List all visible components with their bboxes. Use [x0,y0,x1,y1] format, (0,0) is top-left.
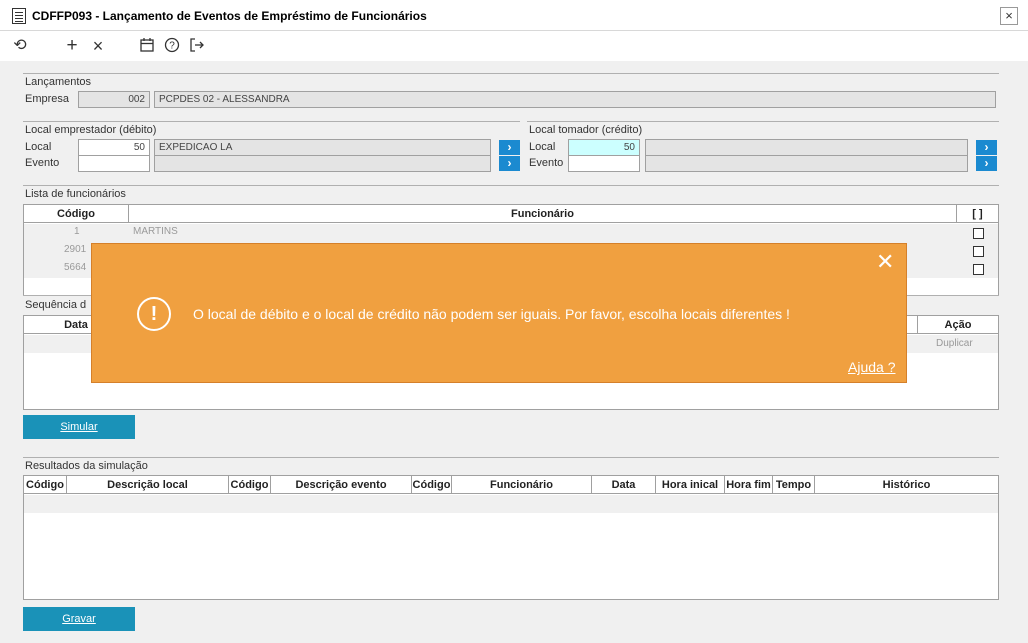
add-icon[interactable]: + [62,36,82,55]
section-divider [23,185,999,186]
debito-local-label: Local [25,141,52,153]
section-title-sequencia: Sequência d [25,299,87,311]
empresa-label: Empresa [25,93,70,105]
debito-evento-name-field [154,155,491,172]
row-codigo: 1 [74,226,80,237]
section-title-debito: Local emprestador (débito) [25,124,157,136]
header-select-all[interactable]: [ ] [957,205,998,223]
duplicar-button[interactable]: Duplicar [936,338,973,349]
row-codigo: 5664 [64,262,87,273]
row-codigo: 2901 [64,244,87,255]
alert-help-link[interactable]: Ajuda ? [848,359,895,375]
header-acao[interactable]: Ação [917,316,998,334]
help-icon[interactable]: ? [162,37,182,55]
delete-icon[interactable]: × [88,37,108,55]
credito-evento-name-field [645,155,968,172]
refresh-icon[interactable]: ⟲ [10,37,30,55]
row-checkbox[interactable] [973,228,984,239]
section-title-funcionarios: Lista de funcionários [25,188,126,200]
debito-local-name-field: EXPEDICAO LA [154,139,491,156]
alert-close-icon[interactable]: ✕ [876,251,894,273]
row-checkbox[interactable] [973,264,984,275]
debito-local-code-field[interactable]: 50 [78,139,150,156]
header-hora-fim[interactable]: Hora fim [725,476,773,494]
calendar-icon[interactable] [137,37,157,55]
gravar-button[interactable]: Gravar [23,607,135,631]
header-codigo[interactable]: Código [24,205,129,223]
debito-evento-label: Evento [25,157,60,169]
credito-local-lookup-button[interactable]: › [976,140,997,155]
row-funcionario: MARTINS [133,226,178,237]
section-divider [23,73,999,74]
header-descricao-evento[interactable]: Descrição evento [271,476,412,494]
debito-evento-lookup-button[interactable]: › [499,156,520,171]
table-row[interactable]: 1 MARTINS [24,224,998,242]
credito-evento-lookup-button[interactable]: › [976,156,997,171]
section-title-credito: Local tomador (crédito) [529,124,643,136]
header-descricao-local[interactable]: Descrição local [67,476,229,494]
section-divider [23,121,520,122]
section-title-resultados: Resultados da simulação [25,460,148,472]
credito-local-name-field [645,139,968,156]
header-historico[interactable]: Histórico [815,476,998,494]
header-hora-inicial[interactable]: Hora inical [656,476,725,494]
header-codigo-funcionario[interactable]: Código [412,476,452,494]
help-question-mark: ? [169,41,175,52]
toolbar: ⟲ + × ? [0,31,1028,61]
table-row[interactable] [24,495,998,513]
credito-local-code-field[interactable]: 50 [568,139,640,156]
error-alert: ! O local de débito e o local de crédito… [91,243,907,383]
row-checkbox[interactable] [973,246,984,257]
warning-icon: ! [137,297,171,331]
credito-evento-code-field[interactable] [568,155,640,172]
section-title-lancamentos: Lançamentos [25,76,92,88]
header-tempo[interactable]: Tempo [773,476,815,494]
window-close-button[interactable]: × [1000,7,1018,25]
document-icon [12,8,26,24]
simular-button[interactable]: Simular [23,415,135,439]
header-funcionario[interactable]: Funcionário [452,476,592,494]
window-titlebar: CDFFP093 - Lançamento de Eventos de Empr… [0,0,1028,31]
section-divider [527,121,999,122]
alert-message: O local de débito e o local de crédito n… [193,306,790,322]
credito-evento-label: Evento [529,157,564,169]
header-data[interactable]: Data [592,476,656,494]
window-title: CDFFP093 - Lançamento de Eventos de Empr… [32,9,427,23]
grid-header: Código Descrição local Código Descrição … [24,476,998,494]
header-codigo-local[interactable]: Código [24,476,67,494]
debito-local-lookup-button[interactable]: › [499,140,520,155]
empresa-code-field[interactable]: 002 [78,91,150,108]
debito-evento-code-field[interactable] [78,155,150,172]
resultados-grid: Código Descrição local Código Descrição … [23,475,999,600]
exit-icon[interactable] [187,37,207,55]
section-divider [23,457,999,458]
empresa-name-field: PCPDES 02 - ALESSANDRA [154,91,996,108]
header-funcionario[interactable]: Funcionário [129,205,957,223]
credito-local-label: Local [529,141,556,153]
header-codigo-evento[interactable]: Código [229,476,271,494]
grid-header: Código Funcionário [ ] [24,205,998,223]
